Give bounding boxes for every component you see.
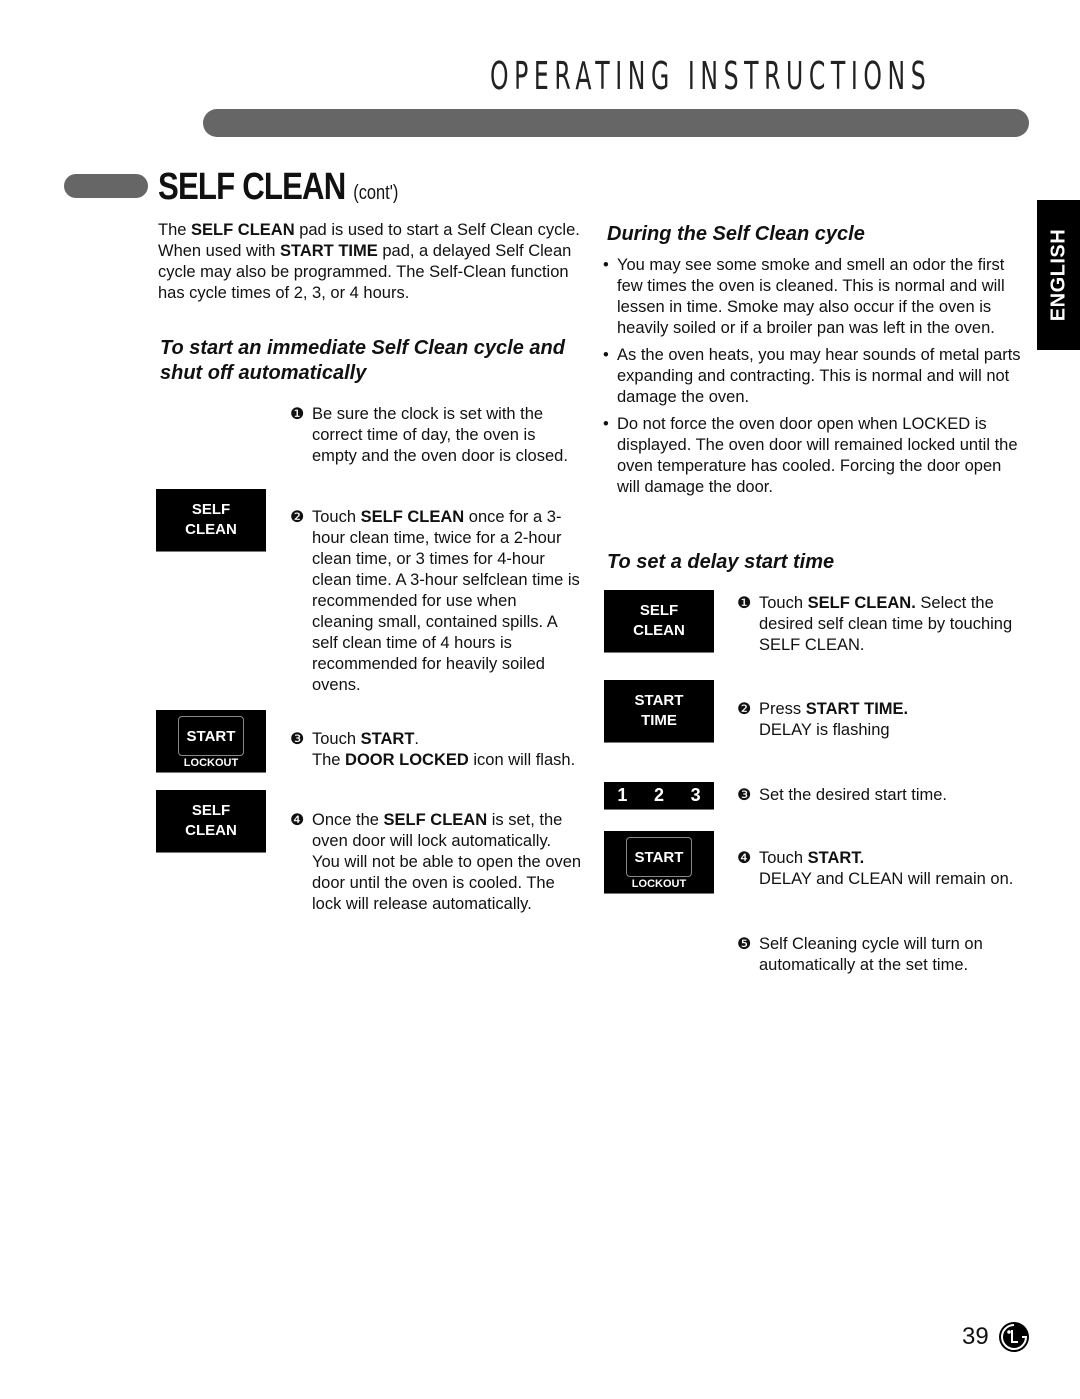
number-key: 2 [653,785,664,805]
step-number: ❸ [290,731,305,748]
step-text-part: . [414,730,419,748]
step-text-part: icon will flash. [468,751,576,769]
delay-step-5: ❺ Self Cleaning cycle will turn on autom… [737,934,1032,976]
start-lockout-pad: START LOCKOUT [604,831,714,894]
step-number: ❹ [290,812,305,829]
step-text: Self Cleaning cycle will turn on automat… [759,935,983,974]
immediate-step-3: ❸ Touch START. The DOOR LOCKED icon will … [290,729,582,771]
step-text-part: Touch [759,849,808,867]
step-text-part: Touch [312,730,361,748]
intro-bold: START TIME [279,242,378,260]
step-number: ❸ [737,787,752,804]
step-text: Touch SELF CLEAN. Select the desired sel… [759,593,1032,656]
step-text: Touch START. DELAY and CLEAN will remain … [759,848,1037,890]
during-bullet-list: • You may see some smoke and smell an odo… [603,255,1028,504]
number-key: 3 [690,785,701,805]
step-text: Press START TIME. DELAY is flashing [759,699,1032,741]
step-text-part: Press [759,700,806,718]
step-number: ❹ [737,850,752,867]
pad-label: CLEAN [185,521,237,538]
bullet-item: • You may see some smoke and smell an odo… [603,255,1028,339]
bullet-item: • Do not force the oven door open when LO… [603,414,1028,498]
immediate-heading: To start an immediate Self Clean cycle a… [160,337,565,384]
bullet-text: Do not force the oven door open when LOC… [617,415,1018,496]
step-text-part: Once the [312,811,384,829]
delay-step-2: ❷ Press START TIME. DELAY is flashing [737,699,1032,741]
immediate-step-2: ❷ Touch SELF CLEAN once for a 3-hour cle… [290,507,582,696]
pad-label: CLEAN [185,822,237,839]
step-bold: SELF CLEAN [360,508,465,526]
number-pad: 1 2 3 [604,782,714,810]
step-bold: START [360,730,415,748]
step-text: Set the desired start time. [759,786,948,804]
section-title-text: SELF CLEAN [158,166,346,208]
intro-bold: SELF CLEAN [191,221,295,239]
immediate-step-4: ❹ Once the SELF CLEAN is set, the oven d… [290,810,582,915]
bullet-dot: • [603,346,609,364]
language-tab-label: ENGLISH [1047,228,1069,322]
step-text: Once the SELF CLEAN is set, the oven doo… [312,810,582,915]
pad-label: START [634,692,684,709]
intro-paragraph: The SELF CLEAN pad is used to start a Se… [158,220,583,304]
step-bold: SELF CLEAN. [807,594,916,612]
delay-step-1: ❶ Touch SELF CLEAN. Select the desired s… [737,593,1032,656]
lockout-label: LOCKOUT [631,878,687,890]
step-number: ❷ [737,701,752,718]
step-bold: START TIME. [805,700,909,718]
delay-step-3: ❸ Set the desired start time. [737,785,1032,806]
lockout-label: LOCKOUT [183,757,239,769]
immediate-step-1: ❶ Be sure the clock is set with the corr… [290,404,582,467]
step-text-part: DELAY is flashing [759,721,890,739]
pad-label: SELF [639,602,679,619]
during-heading: During the Self Clean cycle [607,223,865,245]
step-number: ❷ [290,509,305,526]
pad-label: SELF [191,802,231,819]
pad-label: TIME [641,712,677,729]
step-bold: DOOR LOCKED [345,751,469,769]
delay-heading: To set a delay start time [607,551,835,573]
lg-logo-icon [998,1321,1030,1353]
intro-text: The [158,221,192,239]
bullet-dot: • [603,256,609,274]
page-number: 39 [962,1323,989,1350]
pad-label: CLEAN [633,622,685,639]
step-text-part: The [312,751,346,769]
delay-step-4: ❹ Touch START. DELAY and CLEAN will remai… [737,848,1037,890]
number-key: 1 [617,785,628,805]
step-text: Touch SELF CLEAN once for a 3-hour clean… [312,507,582,696]
pad-label: SELF [191,501,231,518]
step-number: ❶ [737,595,752,612]
step-text-part: Touch [312,508,361,526]
section-pill [64,174,148,198]
section-subtitle: (cont') [353,182,399,204]
language-tab: ENGLISH [1037,200,1080,350]
step-number: ❶ [290,406,305,423]
self-clean-pad: SELF CLEAN [156,790,266,853]
bullet-dot: • [603,415,609,433]
step-text-part: DELAY and CLEAN will remain on. [759,870,1014,888]
step-number: ❺ [737,936,752,953]
bullet-text: As the oven heats, you may hear sounds o… [617,346,1021,406]
bullet-text: You may see some smoke and smell an odor… [617,256,1005,337]
start-time-pad: START TIME [604,680,714,743]
section-title: SELF CLEAN (cont') [158,166,398,209]
start-lockout-pad: START LOCKOUT [156,710,266,773]
self-clean-pad: SELF CLEAN [156,489,266,552]
step-text-part: Touch [759,594,808,612]
step-text-part: once for a 3-hour clean time, twice for … [312,508,580,694]
header-bar [203,109,1029,137]
bullet-item: • As the oven heats, you may hear sounds … [603,345,1028,408]
start-key: START [626,837,692,877]
step-bold: START. [807,849,865,867]
start-key: START [178,716,244,756]
self-clean-pad: SELF CLEAN [604,590,714,653]
step-text: Be sure the clock is set with the correc… [312,405,568,465]
step-bold: SELF CLEAN [383,811,488,829]
step-text: Touch START. The DOOR LOCKED icon will fl… [312,729,582,771]
header-title: OPERATING INSTRUCTIONS [490,54,932,98]
